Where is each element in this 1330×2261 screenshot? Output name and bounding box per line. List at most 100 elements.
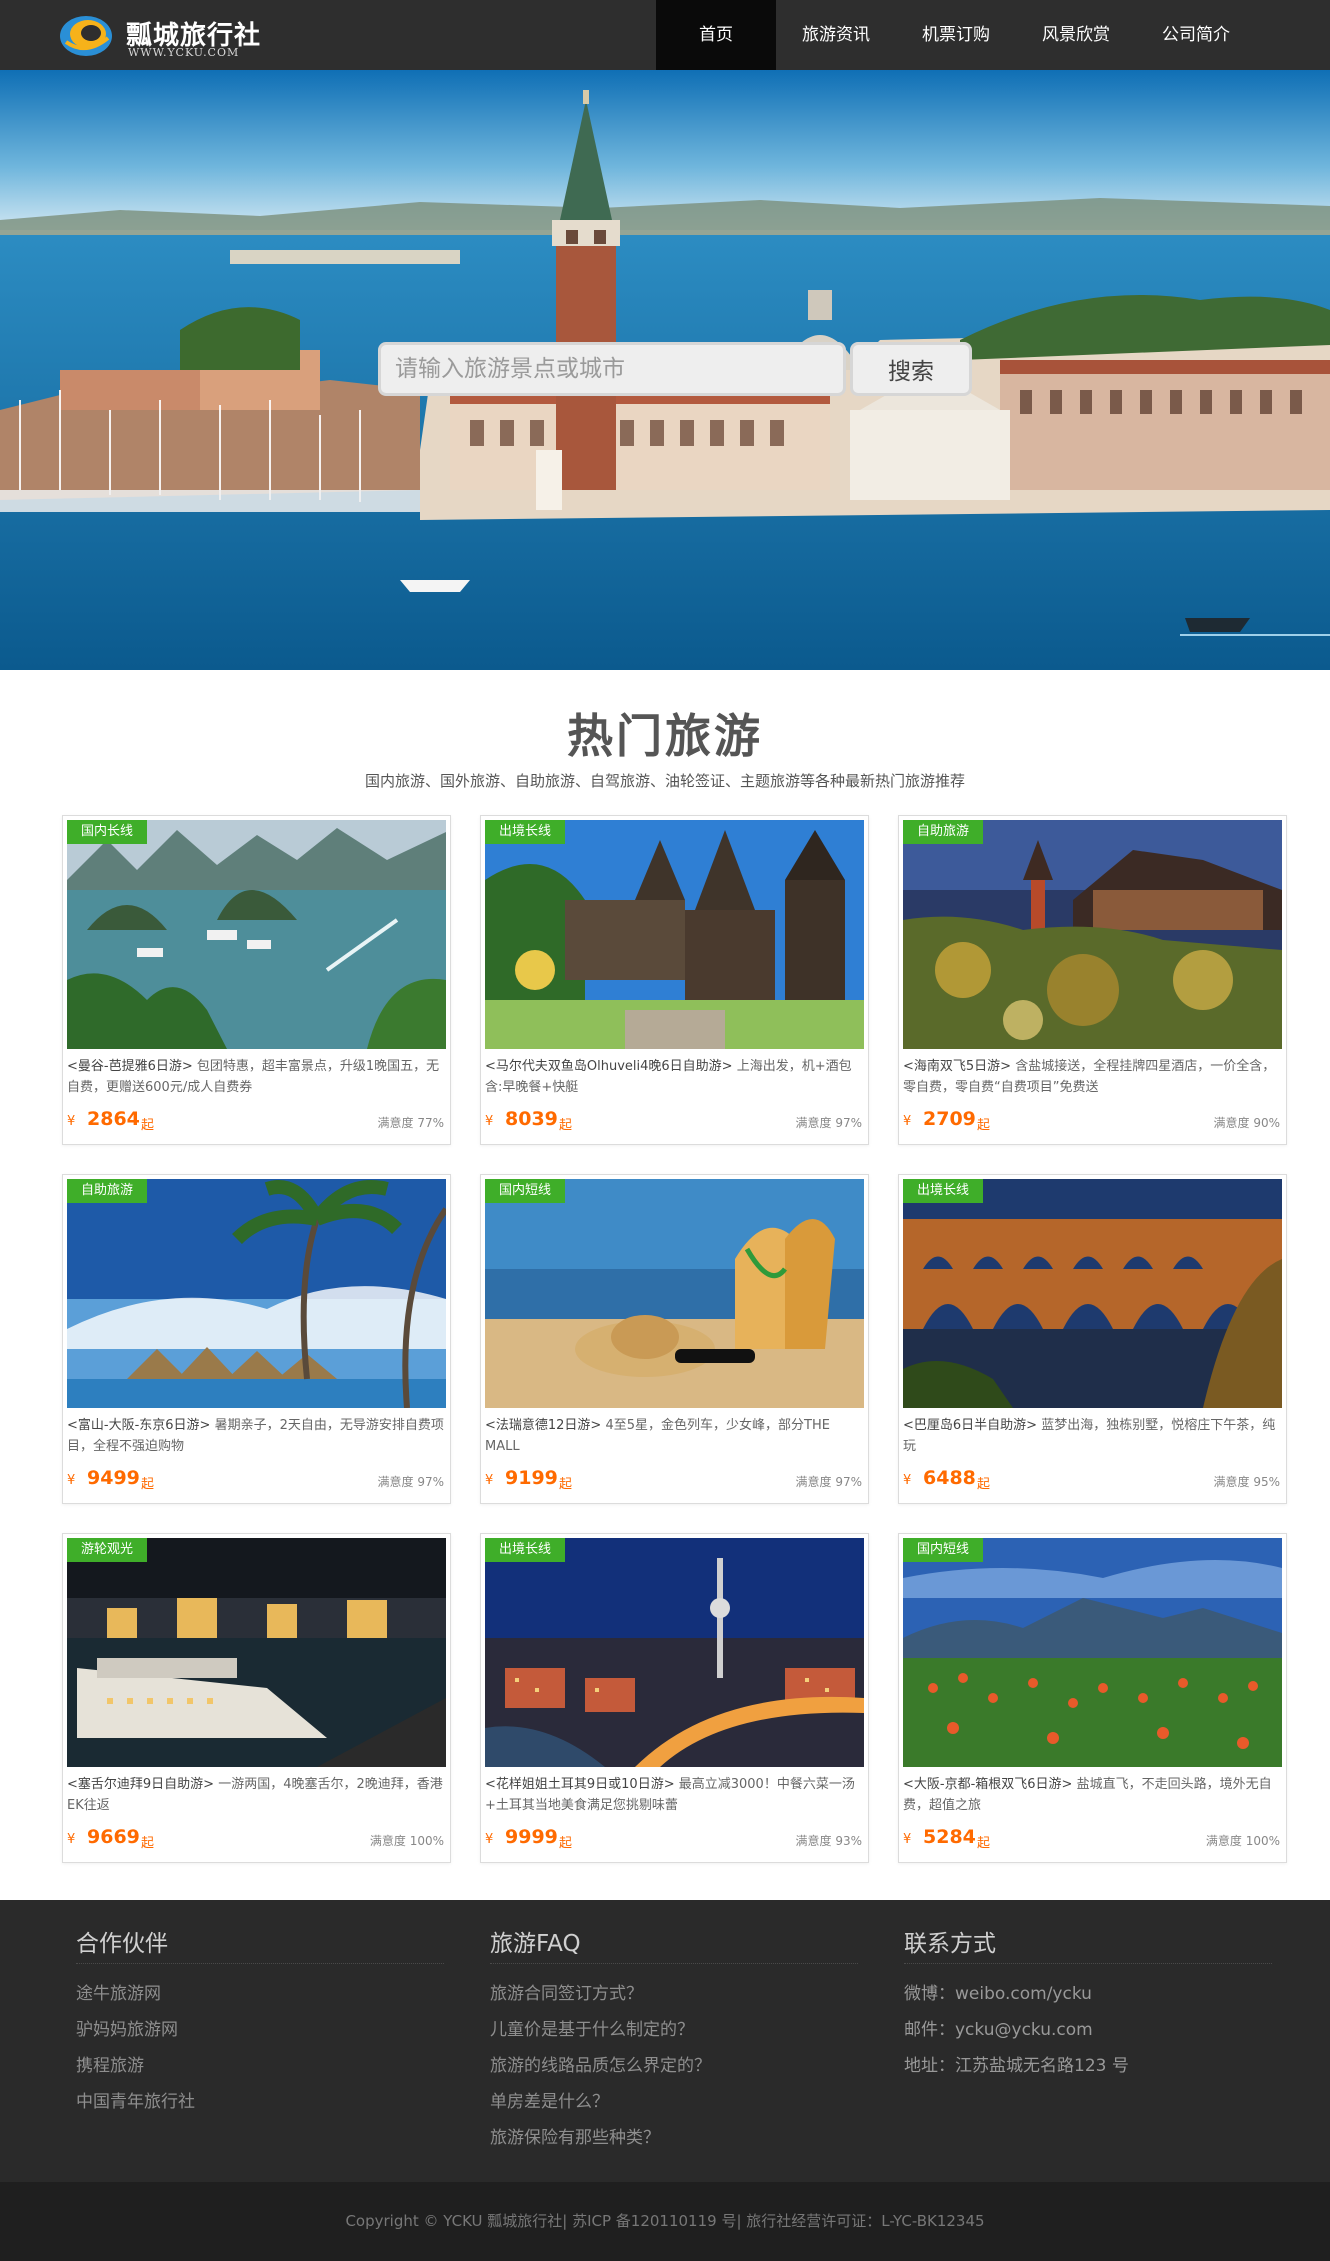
search-input[interactable] — [378, 342, 846, 396]
tour-price: 5284 — [923, 1826, 976, 1848]
price-unit: 起 — [977, 1477, 991, 1492]
partner-link[interactable]: 携程旅游 — [76, 2048, 444, 2084]
copyright-bar: Copyright © YCKU 瓢城旅行社| 苏ICP 备120110119 … — [0, 2182, 1330, 2261]
tour-title: <法瑞意德12日游> — [485, 1418, 602, 1433]
tour-image — [67, 1179, 446, 1408]
tour-description: <法瑞意德12日游> 4至5星，金色列车，少女峰，部分THE MALL — [485, 1415, 866, 1457]
nav-travel-news[interactable]: 旅游资讯 — [776, 0, 896, 70]
tour-title: <曼谷-芭提雅6日游> — [67, 1059, 193, 1074]
price-unit: 起 — [559, 1836, 573, 1851]
tour-image — [67, 820, 446, 1049]
tour-description: <曼谷-芭提雅6日游> 包团特惠，超丰富景点，升级1晚国五，无自费，更赠送600… — [67, 1056, 448, 1098]
tour-title: <大阪-京都-箱根双飞6日游> — [903, 1777, 1073, 1792]
nav-home[interactable]: 首页 — [656, 0, 776, 70]
satisfaction: 满意度 97% — [795, 1475, 863, 1489]
nav-company-profile[interactable]: 公司简介 — [1136, 0, 1256, 70]
contact-column: 联系方式 微博：weibo.com/ycku 邮件：ycku@ycku.com … — [904, 1924, 1272, 2084]
tour-card[interactable]: 出境长线 <巴厘岛6日半自助游> 蓝梦出海，独栋别墅，悦榕庄下午茶，纯玩 ¥ 6… — [898, 1174, 1287, 1504]
tour-price: 9669 — [87, 1826, 140, 1848]
faq-link[interactable]: 旅游的线路品质怎么界定的？ — [490, 2048, 858, 2084]
tour-price: 9999 — [505, 1826, 558, 1848]
faq-title: 旅游FAQ — [490, 1924, 858, 1964]
currency-symbol: ¥ — [903, 1473, 912, 1488]
tour-card[interactable]: 国内短线 <大阪-京都-箱根双飞6日游> 盐城直飞，不走回头路，境外无自费，超值… — [898, 1533, 1287, 1863]
tour-tag: 游轮观光 — [67, 1538, 148, 1562]
tour-description: <海南双飞5日游> 含盐城接送，全程挂牌四星酒店，一价全含，零自费，零自费“自费… — [903, 1056, 1284, 1098]
price-row: ¥ 9499 起 满意度 97% — [67, 1467, 446, 1493]
main-nav: 首页 旅游资讯 机票订购 风景欣赏 公司简介 — [656, 0, 1256, 70]
tour-card[interactable]: 国内短线 <法瑞意德12日游> 4至5星，金色列车，少女峰，部分THE MALL… — [480, 1174, 869, 1504]
site-footer: 合作伙伴 途牛旅游网 驴妈妈旅游网 携程旅游 中国青年旅行社 旅游FAQ 旅游合… — [0, 1900, 1330, 2182]
price-row: ¥ 5284 起 满意度 100% — [903, 1826, 1282, 1852]
currency-symbol: ¥ — [485, 1473, 494, 1488]
currency-symbol: ¥ — [67, 1114, 76, 1129]
price-unit: 起 — [141, 1118, 155, 1133]
tour-price: 2709 — [923, 1108, 976, 1130]
faq-link[interactable]: 儿童价是基于什么制定的？ — [490, 2012, 858, 2048]
tour-price: 8039 — [505, 1108, 558, 1130]
faq-link[interactable]: 旅游合同签订方式？ — [490, 1976, 858, 2012]
tour-description: <富山-大阪-东京6日游> 暑期亲子，2天自由，无导游安排自费项目，全程不强迫购… — [67, 1415, 448, 1457]
tour-card[interactable]: 游轮观光 <塞舌尔迪拜9日自助游> 一游两国，4晚塞舌尔，2晚迪拜，香港EK往返… — [62, 1533, 451, 1863]
tour-price: 9499 — [87, 1467, 140, 1489]
faq-link[interactable]: 旅游保险有那些种类？ — [490, 2120, 858, 2156]
tour-description: <塞舌尔迪拜9日自助游> 一游两国，4晚塞舌尔，2晚迪拜，香港EK往返 — [67, 1774, 448, 1816]
currency-symbol: ¥ — [485, 1832, 494, 1847]
price-row: ¥ 9669 起 满意度 100% — [67, 1826, 446, 1852]
tour-tag: 国内短线 — [903, 1538, 984, 1562]
tour-image — [903, 820, 1282, 1049]
tour-card[interactable]: 出境长线 <马尔代夫双鱼岛Olhuveli4晚6日自助游> 上海出发，机+酒包含… — [480, 815, 869, 1145]
partner-link[interactable]: 驴妈妈旅游网 — [76, 2012, 444, 2048]
price-row: ¥ 2864 起 满意度 77% — [67, 1108, 446, 1134]
price-row: ¥ 2709 起 满意度 90% — [903, 1108, 1282, 1134]
logo[interactable]: 瓢城旅行社 WWW.YCKU.COM — [58, 10, 268, 60]
tour-tag: 自助旅游 — [67, 1179, 148, 1203]
tour-card[interactable]: 自助旅游 <富山-大阪-东京6日游> 暑期亲子，2天自由，无导游安排自费项目，全… — [62, 1174, 451, 1504]
tour-title: <塞舌尔迪拜9日自助游> — [67, 1777, 215, 1792]
satisfaction: 满意度 90% — [1213, 1116, 1281, 1130]
faq-link[interactable]: 单房差是什么？ — [490, 2084, 858, 2120]
satisfaction: 满意度 77% — [377, 1116, 445, 1130]
tour-card[interactable]: 出境长线 <花样姐姐土耳其9日或10日游> 最高立减3000！中餐六菜一汤+土耳… — [480, 1533, 869, 1863]
price-unit: 起 — [977, 1836, 991, 1851]
contact-email: 邮件：ycku@ycku.com — [904, 2020, 1093, 2040]
search-button[interactable]: 搜索 — [850, 342, 972, 396]
contact-weibo: 微博：weibo.com/ycku — [904, 1984, 1092, 2004]
partner-link[interactable]: 途牛旅游网 — [76, 1976, 444, 2012]
tour-description: <巴厘岛6日半自助游> 蓝梦出海，独栋别墅，悦榕庄下午茶，纯玩 — [903, 1415, 1284, 1457]
tour-price: 2864 — [87, 1108, 140, 1130]
tour-image — [903, 1179, 1282, 1408]
nav-flight-booking[interactable]: 机票订购 — [896, 0, 1016, 70]
satisfaction: 满意度 100% — [1205, 1834, 1280, 1848]
tour-card[interactable]: 国内长线 <曼谷-芭提雅6日游> 包团特惠，超丰富景点，升级1晚国五，无自费，更… — [62, 815, 451, 1145]
tour-tag: 出境长线 — [485, 820, 566, 844]
price-row: ¥ 6488 起 满意度 95% — [903, 1467, 1282, 1493]
tour-title: <富山-大阪-东京6日游> — [67, 1418, 211, 1433]
faq-column: 旅游FAQ 旅游合同签订方式？ 儿童价是基于什么制定的？ 旅游的线路品质怎么界定… — [490, 1924, 858, 2156]
currency-symbol: ¥ — [67, 1473, 76, 1488]
tour-tag: 国内长线 — [67, 820, 148, 844]
currency-symbol: ¥ — [903, 1832, 912, 1847]
tour-tag: 国内短线 — [485, 1179, 566, 1203]
price-row: ¥ 9999 起 满意度 93% — [485, 1826, 864, 1852]
logo-icon — [60, 16, 112, 56]
nav-scenery[interactable]: 风景欣赏 — [1016, 0, 1136, 70]
partners-title: 合作伙伴 — [76, 1924, 444, 1964]
tour-card[interactable]: 自助旅游 <海南双飞5日游> 含盐城接送，全程挂牌四星酒店，一价全含，零自费，零… — [898, 815, 1287, 1145]
partner-link[interactable]: 中国青年旅行社 — [76, 2084, 444, 2120]
satisfaction: 满意度 93% — [795, 1834, 863, 1848]
contact-title: 联系方式 — [904, 1924, 1272, 1964]
tour-image — [485, 1179, 864, 1408]
satisfaction: 满意度 100% — [369, 1834, 444, 1848]
currency-symbol: ¥ — [903, 1114, 912, 1129]
section-title: 热门旅游 — [567, 709, 763, 763]
tour-tag: 出境长线 — [485, 1538, 566, 1562]
tour-tag: 出境长线 — [903, 1179, 984, 1203]
tour-price: 6488 — [923, 1467, 976, 1489]
tour-price: 9199 — [505, 1467, 558, 1489]
satisfaction: 满意度 97% — [795, 1116, 863, 1130]
satisfaction: 满意度 97% — [377, 1475, 445, 1489]
tour-description: <马尔代夫双鱼岛Olhuveli4晚6日自助游> 上海出发，机+酒包含:早晚餐+… — [485, 1056, 866, 1098]
partners-column: 合作伙伴 途牛旅游网 驴妈妈旅游网 携程旅游 中国青年旅行社 — [76, 1924, 444, 2120]
tour-image — [903, 1538, 1282, 1767]
